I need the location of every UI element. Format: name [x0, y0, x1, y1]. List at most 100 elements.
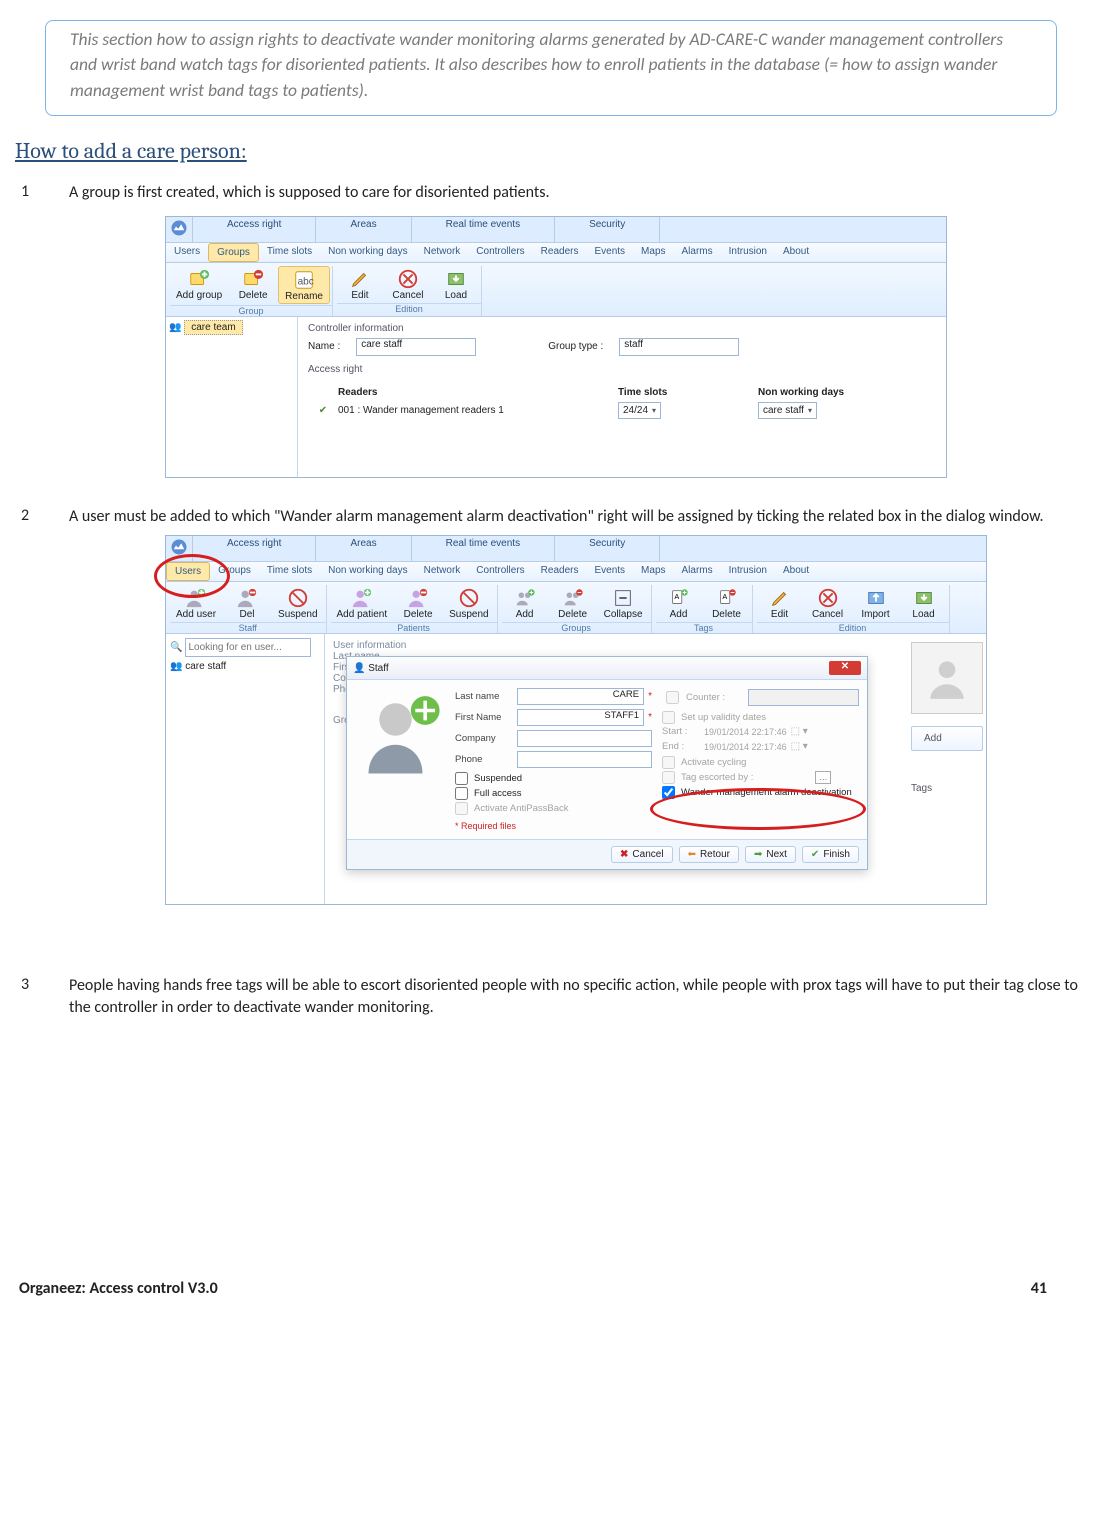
chk-apb — [455, 802, 468, 815]
subtab2-about[interactable]: About — [775, 562, 817, 581]
chk-validity — [662, 711, 675, 724]
add-group-button[interactable]: Add group — [170, 266, 228, 304]
add-side-button[interactable]: Add — [911, 726, 983, 751]
subtab-maps[interactable]: Maps — [633, 243, 673, 262]
step-1: 1 A group is first created, which is sup… — [15, 182, 1087, 204]
delete-button[interactable]: Delete — [230, 266, 276, 304]
rename-button[interactable]: abc Rename — [278, 266, 330, 304]
load2-lbl: Load — [912, 609, 934, 620]
counter-fld — [748, 689, 859, 706]
subtab-intrusion[interactable]: Intrusion — [721, 243, 775, 262]
cancel-button[interactable]: Cancel — [385, 266, 431, 302]
subtab-groups[interactable]: Groups — [208, 243, 259, 262]
group-add-button[interactable]: Add — [502, 585, 548, 621]
tab2-areas[interactable]: Areas — [316, 536, 411, 561]
table-header: Readers Time slots Non working days — [308, 385, 936, 400]
subtab2-groups[interactable]: Groups — [210, 562, 259, 581]
group-del-button[interactable]: Delete — [550, 585, 596, 621]
cancel2-lbl: Cancel — [812, 609, 843, 620]
dlg-last-lbl: Last name — [455, 691, 513, 702]
subtab-users[interactable]: Users — [166, 243, 208, 262]
side-strip: Add Tags — [911, 642, 983, 794]
avatar-placeholder — [911, 642, 983, 714]
dlg-avatar — [355, 688, 445, 778]
tree-item2[interactable]: care staff — [185, 661, 226, 672]
grouptype-field[interactable]: staff — [619, 338, 739, 356]
cycling-lbl: Activate cycling — [681, 757, 746, 768]
suspend-lbl: Suspend — [278, 609, 317, 620]
tab2-security[interactable]: Security — [555, 536, 660, 561]
subtab2-network[interactable]: Network — [416, 562, 469, 581]
tag-add-button[interactable]: A Add — [656, 585, 702, 621]
subtab2-events[interactable]: Events — [586, 562, 633, 581]
chk-wander[interactable] — [662, 786, 675, 799]
ribbon-cat-group: Group — [170, 305, 332, 316]
subtab-controllers[interactable]: Controllers — [468, 243, 532, 262]
dlg-first-fld[interactable]: STAFF1 — [517, 709, 644, 726]
escorted-lbl: Tag escorted by : — [681, 772, 753, 783]
subtab2-alarms[interactable]: Alarms — [674, 562, 721, 581]
dlg-title: Staff — [368, 663, 388, 674]
tab-access-right[interactable]: Access right — [193, 217, 316, 242]
start-val: 19/01/2014 22:17:46 — [704, 727, 787, 737]
sub-tabs: Users Groups Time slots Non working days… — [166, 243, 946, 263]
load-button[interactable]: Load — [433, 266, 479, 302]
add-user-button[interactable]: Add user — [170, 585, 222, 621]
dlg-phone-lbl: Phone — [455, 754, 513, 765]
dlg-retour-button[interactable]: ⬅Retour — [679, 846, 739, 863]
cancel2-button[interactable]: Cancel — [805, 585, 851, 621]
del-user-button[interactable]: Del — [224, 585, 270, 621]
edit-button[interactable]: Edit — [337, 266, 383, 302]
subtab-about[interactable]: About — [775, 243, 817, 262]
tab2-realtime[interactable]: Real time events — [412, 536, 555, 561]
name-field[interactable]: care staff — [356, 338, 476, 356]
suspend-patient-button[interactable]: Suspend — [443, 585, 494, 621]
chk-fullaccess[interactable] — [455, 787, 468, 800]
chk-suspended[interactable] — [455, 772, 468, 785]
add-patient-button[interactable]: Add patient — [331, 585, 394, 621]
cat-staff: Staff — [170, 622, 326, 633]
subtab2-maps[interactable]: Maps — [633, 562, 673, 581]
subtab2-readers[interactable]: Readers — [533, 562, 587, 581]
section-heading: How to add a care person: — [15, 138, 1087, 164]
dlg-last-fld[interactable]: CARE — [517, 688, 644, 705]
subtab-events[interactable]: Events — [586, 243, 633, 262]
dlg-finish-button[interactable]: ✔Finish — [802, 846, 859, 863]
app-logo — [166, 217, 193, 242]
load2-button[interactable]: Load — [901, 585, 947, 621]
subtab2-nwd[interactable]: Non working days — [320, 562, 415, 581]
tree-icon: 👥 — [170, 661, 182, 672]
tag-del-button[interactable]: A Delete — [704, 585, 750, 621]
tab-realtime[interactable]: Real time events — [412, 217, 555, 242]
chk-apb-lbl: Activate AntiPassBack — [474, 803, 569, 814]
dlg-next-button[interactable]: ➡Next — [745, 846, 796, 863]
nwd-dd[interactable]: care staff — [758, 402, 817, 419]
subtab-readers[interactable]: Readers — [533, 243, 587, 262]
subtab2-intrusion[interactable]: Intrusion — [721, 562, 775, 581]
search-input[interactable] — [185, 638, 311, 657]
delete-patient-button[interactable]: Delete — [395, 585, 441, 621]
suspend-user-button[interactable]: Suspend — [272, 585, 323, 621]
import-button[interactable]: Import — [853, 585, 899, 621]
dlg-close-button[interactable]: ✕ — [829, 661, 861, 675]
delete-label: Delete — [239, 290, 268, 301]
slots-dd[interactable]: 24/24 — [618, 402, 661, 419]
edit2-button[interactable]: Edit — [757, 585, 803, 621]
subtab2-users[interactable]: Users — [166, 562, 210, 581]
subtab-alarms[interactable]: Alarms — [674, 243, 721, 262]
dlg-company-fld[interactable] — [517, 730, 652, 747]
tree-item-care-team[interactable]: care team — [184, 320, 242, 335]
subtab-network[interactable]: Network — [416, 243, 469, 262]
tab2-access-right[interactable]: Access right — [193, 536, 316, 561]
subtab2-controllers[interactable]: Controllers — [468, 562, 532, 581]
collapse-button[interactable]: Collapse — [598, 585, 649, 621]
subtab-nwd[interactable]: Non working days — [320, 243, 415, 262]
tab-areas[interactable]: Areas — [316, 217, 411, 242]
dlg-phone-fld[interactable] — [517, 751, 652, 768]
tab-security[interactable]: Security — [555, 217, 660, 242]
subtab-timeslots[interactable]: Time slots — [259, 243, 320, 262]
accessright-label: Access right — [308, 364, 936, 375]
search-icon: 🔍 — [170, 642, 182, 653]
subtab2-timeslots[interactable]: Time slots — [259, 562, 320, 581]
dlg-cancel-button[interactable]: ✖Cancel — [611, 846, 673, 863]
